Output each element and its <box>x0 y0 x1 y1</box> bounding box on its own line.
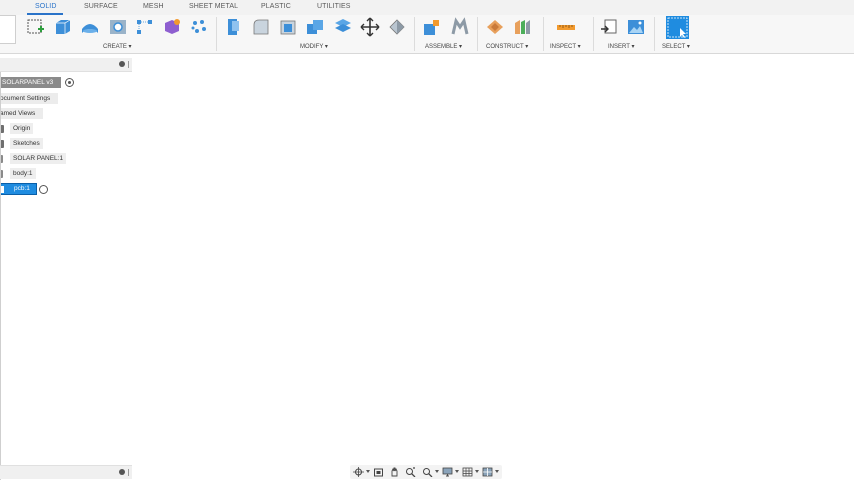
grid-settings-icon[interactable] <box>462 467 473 477</box>
activate-component-radio[interactable] <box>39 185 48 194</box>
ribbon-separator <box>654 17 655 51</box>
pattern-icon[interactable] <box>189 17 209 37</box>
offset-plane-icon[interactable] <box>485 17 505 37</box>
tab-plastic[interactable]: PLASTIC <box>261 3 291 10</box>
orbit-icon[interactable] <box>353 467 364 477</box>
tab-utilities[interactable]: UTILITIES <box>317 3 351 10</box>
viewports-dropdown-icon[interactable] <box>495 470 499 473</box>
measure-icon[interactable] <box>556 17 576 37</box>
tab-solid[interactable]: SOLID <box>35 3 57 10</box>
orbit-dropdown-icon[interactable] <box>366 470 370 473</box>
tab-surface[interactable]: SURFACE <box>84 3 118 10</box>
extrude-icon[interactable] <box>53 17 73 37</box>
assemble-menu[interactable]: ASSEMBLE ▾ <box>425 43 462 50</box>
ribbon-separator <box>414 17 415 51</box>
modify-menu[interactable]: MODIFY ▾ <box>300 43 328 50</box>
look-at-icon[interactable] <box>373 467 384 477</box>
move-icon[interactable] <box>360 17 380 37</box>
workspace-tabs: SOLID SURFACE MESH SHEET METAL PLASTIC U… <box>0 0 854 15</box>
insert-image-icon[interactable] <box>626 17 646 37</box>
tree-document-settings[interactable]: ocument Settings <box>0 93 58 104</box>
new-component-icon[interactable] <box>422 17 442 37</box>
combine-icon[interactable] <box>305 17 325 37</box>
inspect-menu[interactable]: INSPECT ▾ <box>550 43 581 50</box>
ribbon-separator <box>477 17 478 51</box>
fillet-icon[interactable] <box>251 17 271 37</box>
browser-panel-header <box>0 58 132 72</box>
tree-pcb-label: pcb:1 <box>14 185 30 192</box>
tree-named-views[interactable]: amed Views <box>0 108 43 119</box>
canvas-border <box>0 72 1 480</box>
hole-icon[interactable] <box>108 17 128 37</box>
tab-mesh[interactable]: MESH <box>143 3 164 10</box>
create-sketch-icon[interactable] <box>26 17 46 37</box>
ribbon-separator <box>216 17 217 51</box>
comments-pin-icon[interactable] <box>128 469 129 476</box>
insert-menu[interactable]: INSERT ▾ <box>608 43 634 50</box>
tree-pcb-component[interactable]: pcb:1 <box>0 183 37 195</box>
browser-collapse-icon[interactable] <box>119 61 125 67</box>
browser-root-component[interactable]: SOLARPANEL v3 <box>0 77 61 88</box>
rectangular-pattern-icon[interactable] <box>135 17 155 37</box>
insert-derive-icon[interactable] <box>599 17 619 37</box>
navigation-bar <box>350 465 502 479</box>
split-icon[interactable] <box>387 17 407 37</box>
ribbon-separator <box>543 17 544 51</box>
select-menu[interactable]: SELECT ▾ <box>662 43 690 50</box>
tab-sheet-metal[interactable]: SHEET METAL <box>189 3 238 10</box>
ribbon-separator <box>593 17 594 51</box>
revolve-icon[interactable] <box>80 17 100 37</box>
data-panel-toggle[interactable] <box>0 15 16 44</box>
viewports-icon[interactable] <box>482 467 493 477</box>
midplane-icon[interactable] <box>512 17 532 37</box>
press-pull-icon[interactable] <box>224 17 244 37</box>
zoom-dropdown-icon[interactable] <box>435 470 439 473</box>
zoom-icon[interactable] <box>405 467 416 477</box>
tree-origin[interactable]: Origin <box>10 123 34 134</box>
fit-icon[interactable] <box>422 467 433 477</box>
shell-icon[interactable] <box>278 17 298 37</box>
tree-body-component[interactable]: body:1 <box>10 168 36 179</box>
display-dropdown-icon[interactable] <box>455 470 459 473</box>
display-settings-icon[interactable] <box>442 467 453 477</box>
comments-panel-header <box>0 465 132 479</box>
create-form-icon[interactable] <box>162 17 182 37</box>
comments-add-icon[interactable] <box>119 469 125 475</box>
create-menu[interactable]: CREATE ▾ <box>103 43 132 50</box>
select-icon[interactable] <box>666 16 689 39</box>
component-icon <box>1 186 4 193</box>
construct-menu[interactable]: CONSTRUCT ▾ <box>486 43 528 50</box>
joint-icon[interactable] <box>450 17 470 37</box>
tree-sketches[interactable]: Sketches <box>10 138 43 149</box>
tree-solar-panel-component[interactable]: SOLAR PANEL:1 <box>10 153 67 164</box>
activate-component-radio[interactable] <box>65 78 74 87</box>
pan-icon[interactable] <box>389 467 400 477</box>
offset-face-icon[interactable] <box>333 17 353 37</box>
grid-dropdown-icon[interactable] <box>475 470 479 473</box>
browser-pin-icon[interactable] <box>128 61 129 68</box>
